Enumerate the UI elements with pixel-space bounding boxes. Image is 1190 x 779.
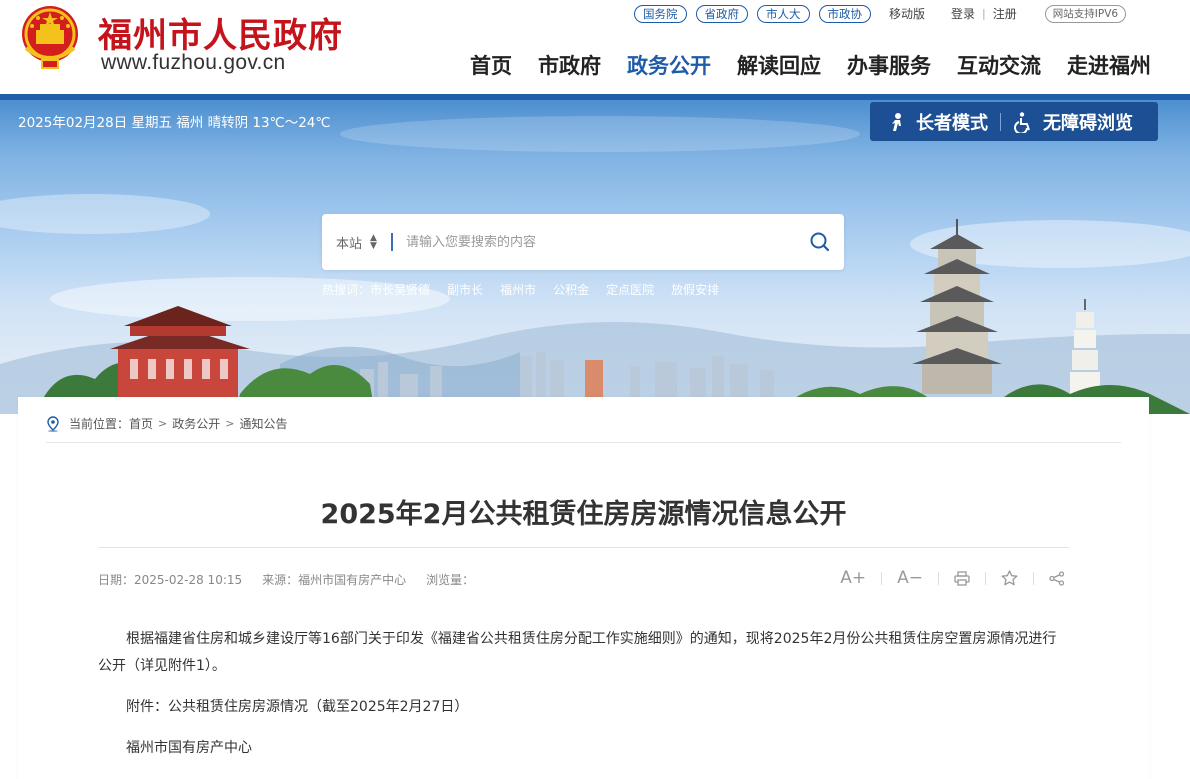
accessible-browse-button[interactable]: 无障碍浏览 — [1013, 109, 1133, 135]
breadcrumb-label: 当前位置： — [69, 417, 130, 431]
nav-city-gov[interactable]: 市政府 — [538, 50, 601, 80]
nav-interpretation[interactable]: 解读回应 — [737, 50, 821, 80]
divider — [1000, 112, 1001, 131]
top-links: 国务院 省政府 市人大 市政协 移动版 登录 | 注册 网站支持IPV6 — [634, 4, 1127, 23]
search-scope-select[interactable]: 本站 ▲ ▼ — [336, 233, 377, 252]
publish-date: 日期：2025-02-28 10:15 — [98, 573, 243, 587]
breadcrumb-gov-affairs[interactable]: 政务公开 — [172, 415, 220, 432]
hot-word[interactable]: 公积金 — [553, 281, 589, 298]
favorite-button[interactable] — [1001, 570, 1018, 586]
date-weather: 2025年02月28日 星期五 福州 晴转阴 13℃～24℃ — [18, 115, 331, 131]
hot-search-label: 热搜词： — [322, 283, 371, 297]
white-pagoda-illustration — [1070, 299, 1100, 396]
publisher-signature: 福州市国有房产中心 — [126, 740, 252, 756]
breadcrumb-home[interactable]: 首页 — [129, 415, 153, 432]
divider — [1033, 571, 1034, 585]
search-icon[interactable] — [808, 230, 832, 254]
location-pin-icon — [47, 415, 59, 432]
login-link[interactable]: 登录 — [951, 5, 975, 22]
breadcrumb-separator: > — [225, 417, 235, 430]
register-link[interactable]: 注册 — [993, 5, 1017, 22]
sort-arrows-icon: ▲ ▼ — [370, 233, 377, 251]
breadcrumb-notices[interactable]: 通知公告 — [239, 415, 287, 432]
nav-about-fuzhou[interactable]: 走进福州 — [1067, 50, 1151, 80]
print-button[interactable] — [954, 570, 970, 586]
divider: | — [982, 7, 986, 20]
divider — [985, 571, 986, 585]
star-icon — [1001, 570, 1018, 586]
article-card: 当前位置： 首页 > 政务公开 > 通知公告 2025年2月公共租赁住房房源情况… — [18, 397, 1149, 779]
attachment-line[interactable]: 附件：公共租赁住房房源情况（截至2025年2月27日） — [98, 694, 1069, 721]
article-title: 2025年2月公共租赁住房房源情况信息公开 — [320, 499, 847, 530]
hot-word[interactable]: 市长吴贤德 — [370, 281, 430, 298]
search-divider — [390, 233, 393, 251]
hot-word[interactable]: 定点医院 — [606, 281, 654, 298]
ipv6-badge: 网站支持IPV6 — [1044, 4, 1127, 23]
article-tools: A+ A− — [840, 568, 1065, 588]
elder-mode-button[interactable]: 长者模式 — [886, 109, 988, 135]
nav-interaction[interactable]: 互动交流 — [957, 50, 1041, 80]
article-source: 来源：福州市国有房产中心 — [262, 573, 407, 587]
hot-search-words: 热搜词： 市长吴贤德 副市长 福州市 公积金 定点医院 放假安排 — [322, 281, 736, 298]
search-box: 本站 ▲ ▼ — [322, 214, 844, 270]
elder-icon — [892, 112, 901, 131]
elder-mode-label: 长者模式 — [916, 112, 988, 134]
nav-home[interactable]: 首页 — [470, 50, 512, 80]
search-scope-label: 本站 — [336, 236, 363, 252]
mobile-version-link[interactable]: 移动版 — [889, 5, 925, 22]
nav-services[interactable]: 办事服务 — [847, 50, 931, 80]
divider — [881, 571, 883, 585]
site-url[interactable]: www.fuzhou.gov.cn — [101, 51, 285, 75]
hot-word[interactable]: 副市长 — [447, 281, 483, 298]
main-nav: 首页 市政府 政务公开 解读回应 办事服务 互动交流 走进福州 — [470, 50, 1151, 80]
divider — [938, 571, 939, 585]
article-paragraph: 根据福建省住房和城乡建设厅等16部门关于印发《福建省公共租赁住房分配工作实施细则… — [98, 631, 1057, 674]
link-npc[interactable]: 市人大 — [757, 4, 810, 23]
banner: 2025年02月28日 星期五 福州 晴转阴 13℃～24℃ 长者模式 无障碍浏… — [0, 94, 1190, 414]
accessible-browse-label: 无障碍浏览 — [1043, 112, 1133, 134]
link-state-council[interactable]: 国务院 — [634, 4, 687, 23]
hot-word[interactable]: 福州市 — [500, 281, 536, 298]
breadcrumb: 当前位置： 首页 > 政务公开 > 通知公告 — [46, 415, 288, 432]
divider — [98, 547, 1069, 548]
article-meta: 日期：2025-02-28 10:15 来源：福州市国有房产中心 浏览量： — [98, 571, 494, 588]
share-icon — [1049, 570, 1065, 586]
breadcrumb-separator: > — [158, 417, 168, 430]
share-button[interactable] — [1049, 570, 1065, 586]
article-body: 根据福建省住房和城乡建设厅等16部门关于印发《福建省公共租赁住房分配工作实施细则… — [98, 626, 1069, 762]
view-count: 浏览量： — [426, 573, 475, 587]
link-cppcc[interactable]: 市政协 — [818, 4, 871, 23]
font-decrease-button[interactable]: A− — [897, 568, 923, 588]
site-header: 福州市人民政府 www.fuzhou.gov.cn 国务院 省政府 市人大 市政… — [0, 0, 1190, 94]
link-province-gov[interactable]: 省政府 — [695, 4, 748, 23]
accessibility-bar: 长者模式 无障碍浏览 — [870, 102, 1158, 141]
hot-word[interactable]: 放假安排 — [671, 281, 719, 298]
divider — [46, 442, 1121, 443]
nav-gov-affairs[interactable]: 政务公开 — [627, 50, 711, 80]
print-icon — [954, 570, 970, 586]
search-input[interactable] — [405, 234, 786, 250]
site-name[interactable]: 福州市人民政府 — [98, 8, 343, 57]
national-emblem-icon[interactable] — [18, 4, 82, 72]
wheelchair-icon — [1014, 111, 1030, 133]
font-increase-button[interactable]: A+ — [840, 568, 866, 588]
